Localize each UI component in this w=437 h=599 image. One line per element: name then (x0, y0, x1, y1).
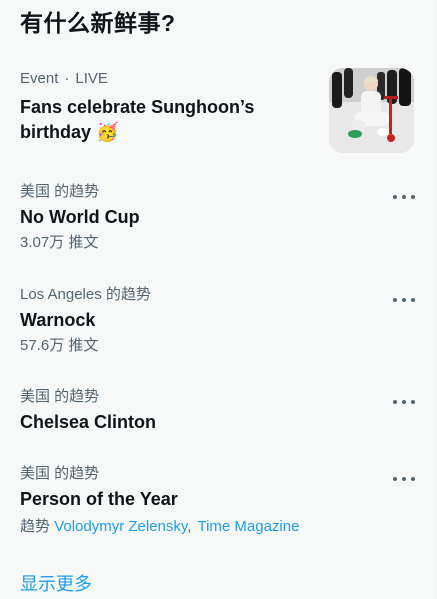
event-headline[interactable]: Fans celebrate Sunghoon’s birthday 🥳 (20, 95, 320, 145)
more-options-icon[interactable] (393, 392, 415, 412)
trend-item[interactable]: 美国 的趋势 No World Cup 3.07万 推文 (0, 172, 437, 264)
event-thumbnail[interactable] (329, 68, 414, 153)
event-status: LIVE (75, 70, 108, 87)
trend-tweet-count: 3.07万 推文 (20, 234, 99, 251)
related-link-zelensky[interactable]: Volodymyr Zelensky (54, 518, 187, 535)
trend-context: Los Angeles 的趋势 (20, 286, 151, 303)
trend-name[interactable]: No World Cup (20, 205, 140, 230)
trend-name[interactable]: Warnock (20, 308, 95, 333)
trend-item[interactable]: Los Angeles 的趋势 Warnock 57.6万 推文 (0, 275, 437, 367)
trend-item[interactable]: 美国 的趋势 Chelsea Clinton (0, 378, 437, 448)
related-separator: , (187, 518, 192, 535)
event-headline-text: Fans celebrate Sunghoon’s birthday (20, 97, 255, 142)
panel-title: 有什么新鲜事? (20, 10, 176, 36)
trend-related-prefix: 趋势 (20, 518, 51, 535)
trend-context: 美国 的趋势 (20, 183, 100, 200)
event-separator: · (64, 70, 70, 87)
event-photo (329, 68, 414, 153)
trend-related: 趋势 Volodymyr Zelensky, Time Magazine (20, 517, 299, 537)
party-face-emoji: 🥳 (96, 122, 119, 142)
trend-context: 美国 的趋势 (20, 388, 100, 405)
event-meta: Event · LIVE (20, 69, 108, 89)
trend-name[interactable]: Chelsea Clinton (20, 410, 156, 435)
show-more-link[interactable]: 显示更多 (20, 572, 92, 596)
trend-context: 美国 的趋势 (20, 465, 100, 482)
related-link-time-magazine[interactable]: Time Magazine (197, 518, 299, 535)
more-options-icon[interactable] (393, 469, 415, 489)
more-options-icon[interactable] (393, 187, 415, 207)
trend-item[interactable]: 美国 的趋势 Person of the Year 趋势 Volodymyr Z… (0, 455, 437, 555)
more-options-icon[interactable] (393, 290, 415, 310)
event-category: Event (20, 70, 59, 87)
trend-name[interactable]: Person of the Year (20, 487, 178, 512)
whats-happening-panel: 有什么新鲜事? Event · LIVE Fans celebrate Sungho… (0, 0, 437, 599)
trend-tweet-count: 57.6万 推文 (20, 337, 99, 354)
